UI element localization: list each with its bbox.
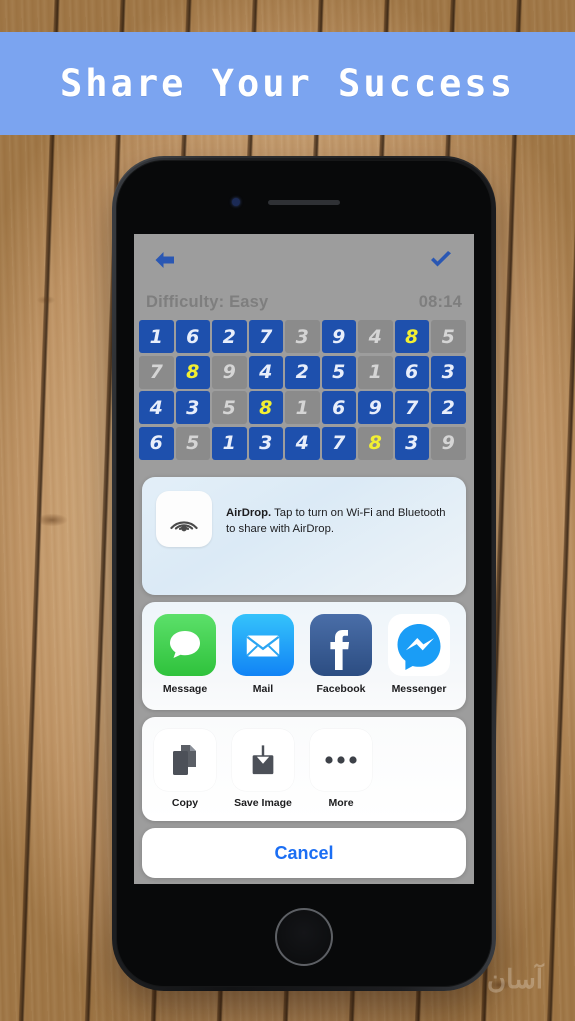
sudoku-cell[interactable]: 1 (139, 320, 174, 353)
share-app-facebook[interactable]: Facebook (310, 614, 372, 695)
sudoku-cell[interactable]: 9 (358, 391, 393, 424)
sudoku-cell[interactable]: 3 (394, 426, 429, 460)
timer-label: 08:14 (418, 292, 462, 311)
sudoku-cell[interactable]: 4 (248, 355, 283, 389)
airdrop-title: AirDrop. (226, 507, 272, 519)
sudoku-cell[interactable]: 3 (431, 355, 466, 389)
sudoku-cell[interactable]: 1 (285, 391, 320, 424)
sudoku-cell[interactable]: 1 (212, 426, 247, 460)
sudoku-cell[interactable]: 4 (285, 426, 320, 460)
share-action-label: Save Image (234, 797, 292, 809)
banner-title: Share Your Success (60, 62, 515, 105)
difficulty-label: Difficulty: Easy (146, 292, 269, 311)
copy-icon (154, 729, 216, 791)
sudoku-cell[interactable]: 7 (321, 426, 356, 460)
share-app-messenger[interactable]: Messenger (388, 614, 450, 695)
front-camera-icon (232, 198, 240, 206)
share-action-save-image[interactable]: Save Image (232, 729, 294, 809)
sudoku-row: 651347839 (139, 426, 469, 460)
sudoku-cell[interactable]: 8 (394, 320, 429, 353)
sudoku-cell[interactable]: 7 (394, 391, 429, 424)
sudoku-cell[interactable]: 5 (175, 426, 210, 460)
share-action-copy[interactable]: Copy (154, 729, 216, 809)
sudoku-cell[interactable]: 9 (321, 320, 356, 353)
cancel-button[interactable]: Cancel (142, 828, 466, 878)
back-arrow-icon[interactable] (148, 246, 182, 274)
phone-mockup: Difficulty: Easy 08:14 16273948578942516… (112, 156, 496, 991)
sudoku-cell[interactable]: 6 (394, 355, 429, 389)
checkmark-icon[interactable] (424, 246, 458, 274)
save-image-icon (232, 729, 294, 791)
promo-banner: Share Your Success (0, 32, 575, 135)
sudoku-grid[interactable]: 162739485789425163435816972651347839 (134, 318, 474, 460)
airdrop-text: AirDrop. Tap to turn on Wi-Fi and Blueto… (226, 491, 452, 537)
airdrop-icon (156, 491, 212, 547)
sudoku-cell[interactable]: 5 (212, 391, 247, 424)
sudoku-cell[interactable]: 6 (175, 320, 210, 353)
share-app-mail[interactable]: Mail (232, 614, 294, 695)
sudoku-cell[interactable]: 3 (285, 320, 320, 353)
sudoku-cell[interactable]: 1 (358, 355, 393, 389)
home-button[interactable] (275, 908, 333, 966)
sudoku-cell[interactable]: 4 (358, 320, 393, 353)
sudoku-cell[interactable]: 3 (248, 426, 283, 460)
sudoku-cell[interactable]: 8 (358, 426, 393, 460)
sudoku-cell[interactable]: 7 (248, 320, 283, 353)
messenger-icon (388, 614, 450, 676)
sudoku-cell[interactable]: 5 (431, 320, 466, 353)
share-action-label: More (328, 797, 354, 809)
sudoku-cell[interactable]: 7 (139, 355, 174, 389)
screenshot-root: Share Your Success Difficulty: Easy 08:1… (0, 0, 575, 1021)
phone-screen: Difficulty: Easy 08:14 16273948578942516… (134, 234, 474, 884)
sudoku-cell[interactable]: 2 (285, 355, 320, 389)
share-actions-row[interactable]: Copy Save Image More (142, 717, 466, 821)
airdrop-card[interactable]: AirDrop. Tap to turn on Wi-Fi and Blueto… (142, 477, 466, 595)
share-app-label: Messenger (391, 683, 447, 695)
sudoku-cell[interactable]: 8 (248, 391, 283, 424)
sudoku-cell[interactable]: 2 (212, 320, 247, 353)
sudoku-cell[interactable]: 9 (431, 426, 466, 460)
sudoku-cell[interactable]: 6 (321, 391, 356, 424)
mail-icon (232, 614, 294, 676)
sudoku-cell[interactable]: 2 (431, 391, 466, 424)
game-status-bar: Difficulty: Easy 08:14 (134, 286, 474, 318)
share-app-message[interactable]: Message (154, 614, 216, 695)
share-app-label: Message (162, 683, 208, 695)
sudoku-row: 789425163 (139, 355, 469, 389)
sudoku-row: 162739485 (139, 320, 469, 353)
sudoku-cell[interactable]: 9 (212, 355, 247, 389)
messages-icon (154, 614, 216, 676)
sudoku-cell[interactable]: 6 (139, 426, 174, 460)
game-navbar (134, 234, 474, 286)
facebook-icon (310, 614, 372, 676)
share-app-label: Facebook (316, 683, 366, 695)
share-app-label: Mail (252, 683, 274, 695)
sudoku-row: 435816972 (139, 391, 469, 424)
sudoku-cell[interactable]: 8 (175, 355, 210, 389)
more-dots-icon (310, 729, 372, 791)
sudoku-cell[interactable]: 5 (321, 355, 356, 389)
share-action-more[interactable]: More (310, 729, 372, 809)
sudoku-cell[interactable]: 4 (139, 391, 174, 424)
earpiece-speaker-icon (268, 200, 340, 205)
share-sheet: AirDrop. Tap to turn on Wi-Fi and Blueto… (142, 477, 466, 878)
sudoku-cell[interactable]: 3 (175, 391, 210, 424)
share-apps-row[interactable]: Message Mail Facebook Messenger (142, 602, 466, 710)
share-action-label: Copy (171, 797, 199, 809)
